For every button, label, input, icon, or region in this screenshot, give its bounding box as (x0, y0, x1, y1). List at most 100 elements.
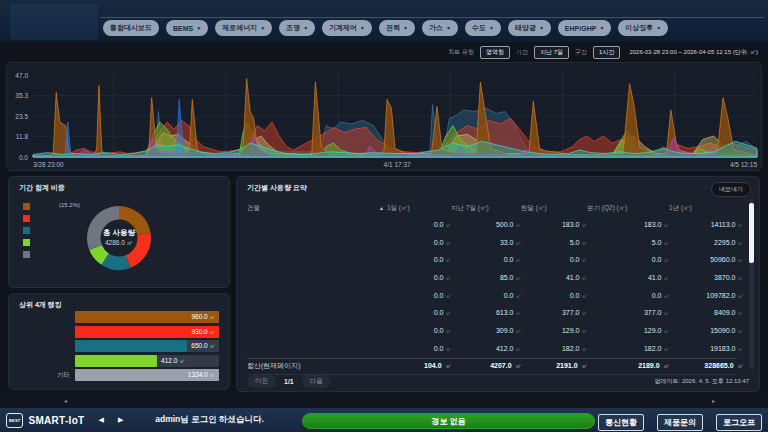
value-cell: 183.0㎥ (587, 221, 669, 229)
nav-next-icon[interactable]: ▶ (118, 416, 123, 424)
ranking-bar-value: 650.0 ㎥ (191, 340, 215, 352)
product-inquiry-button[interactable]: 제품문의 (657, 414, 703, 431)
nav-item-3[interactable]: 제로에너지▼ (215, 20, 272, 36)
nav-item-2[interactable]: BEMS▼ (166, 20, 208, 36)
legend-swatch-3 (23, 227, 30, 234)
period-select[interactable]: 지난 7일 (534, 46, 569, 59)
chevron-down-icon: ▼ (599, 25, 604, 31)
nav-item-9[interactable]: 태양광▼ (508, 20, 551, 36)
table-row-5[interactable]: 0.0㎥0.0㎥0.0㎥0.0㎥109782.0㎥ (247, 287, 737, 305)
value-cell: 0.0㎥ (379, 292, 451, 300)
nav-divider (100, 17, 764, 18)
value-cell: 15090.0㎥ (669, 327, 743, 335)
legend-swatch-5 (23, 251, 30, 258)
usage-timeseries-chart: 47.035.323.511.80.03/28 23:004/1 17:374/… (6, 62, 762, 171)
column-header-4[interactable]: 한달 (㎥) (521, 204, 587, 213)
value-cell: 0.0㎥ (587, 256, 669, 264)
top-header: 통합대시보드 BEMS▼ 제로에너지▼ 조명▼ 기계제어▼ 전력▼ 가스▼ 수도▼ 태양광▼ EH… (0, 0, 768, 42)
value-cell: 129.0㎥ (521, 327, 587, 335)
chevron-down-icon: ▼ (196, 25, 201, 31)
nav-item-1[interactable]: 통합대시보드 (103, 20, 159, 36)
ranking-bar-track: 930.0 ㎥ (75, 326, 219, 338)
nav-item-4[interactable]: 조명▼ (279, 20, 315, 36)
column-header-1[interactable]: 건물 (247, 204, 379, 213)
value-cell: 182.0㎥ (587, 345, 669, 353)
table-scrollbar-thumb[interactable] (749, 203, 754, 263)
ranking-bar-track: 960.0 ㎥ (75, 311, 219, 323)
nav-item-6[interactable]: 전력▼ (379, 20, 415, 36)
legend-swatch-1 (23, 203, 30, 210)
nav-item-11[interactable]: 이상징후▼ (618, 20, 668, 36)
value-cell: 0.0㎥ (379, 345, 451, 353)
summary-value-cell: 2191.0 ㎥ (521, 362, 587, 370)
brand-logo: SMART-IoT (28, 415, 84, 426)
ranking-row-1: 960.0 ㎥ (19, 311, 219, 323)
value-cell: 0.0㎥ (521, 292, 587, 300)
ranking-bar-value: 412.0 ㎥ (161, 355, 185, 367)
value-cell: 0.0㎥ (451, 256, 521, 264)
nav-prev-icon[interactable]: ◀ (99, 416, 104, 424)
value-cell: 0.0㎥ (521, 256, 587, 264)
table-row-8[interactable]: 0.0㎥412.0㎥182.0㎥182.0㎥19183.0㎥ (247, 340, 737, 358)
table-row-3[interactable]: 0.0㎥0.0㎥0.0㎥0.0㎥50960.0㎥ (247, 251, 737, 269)
value-cell: 5.0㎥ (521, 239, 587, 247)
export-button[interactable]: 내보내기 (711, 182, 751, 197)
value-cell: 0.0㎥ (587, 292, 669, 300)
value-cell: 14113.0㎥ (669, 221, 743, 229)
hscroll-right-icon[interactable]: ▸ (712, 397, 715, 404)
value-cell: 613.0㎥ (451, 309, 521, 317)
page-indicator: 1/1 (284, 378, 294, 385)
column-header-5[interactable]: 분기 (Q2) (㎥) (587, 204, 669, 213)
value-cell: 0.0㎥ (379, 309, 451, 317)
prev-page-button[interactable]: 이전 (247, 375, 276, 388)
sort-ascending-icon: ▲ (379, 205, 384, 211)
svg-text:0.0: 0.0 (19, 154, 28, 161)
nav-item-5[interactable]: 기계제어▼ (322, 20, 372, 36)
table-row-2[interactable]: 0.0㎥33.0㎥5.0㎥5.0㎥2295.0㎥ (247, 234, 737, 252)
table-scrollbar[interactable] (749, 199, 754, 369)
value-cell: 0.0㎥ (379, 256, 451, 264)
table-row-1[interactable]: 0.0㎥500.0㎥183.0㎥183.0㎥14113.0㎥ (247, 216, 737, 234)
value-cell: 2295.0㎥ (669, 239, 743, 247)
statusbar-buttons: 통신현황 제품문의 로그오프 (598, 414, 762, 431)
alert-status-pill[interactable]: 경보 없음 (302, 413, 595, 429)
column-header-3[interactable]: 지난 7일 (㎥) (451, 204, 521, 213)
ranking-bar-track: 1334.0 ㎥ (75, 369, 219, 381)
value-cell: 33.0㎥ (451, 239, 521, 247)
summary-value-cell: 328665.0 ㎥ (669, 362, 743, 370)
chart-controls: 차트 유형 영역형 기간 지난 7일 구간 1시간 2026-03-28 23:… (0, 42, 768, 62)
summary-value-cell: 2189.0 ㎥ (587, 362, 669, 370)
comm-status-button[interactable]: 통신현황 (598, 414, 644, 431)
chart-type-select[interactable]: 영역형 (480, 46, 510, 59)
value-cell: 50960.0㎥ (669, 256, 743, 264)
next-page-button[interactable]: 다음 (302, 375, 331, 388)
column-header-2[interactable]: ▲1일 (㎥) (379, 204, 451, 213)
hscroll-left-icon[interactable]: ◂ (64, 397, 67, 404)
interval-select[interactable]: 1시간 (593, 46, 620, 59)
value-cell: 309.0㎥ (451, 327, 521, 335)
ranking-row-4: 412.0 ㎥ (19, 355, 219, 367)
value-cell: 500.0㎥ (451, 221, 521, 229)
chevron-down-icon: ▼ (539, 25, 544, 31)
nav-item-8[interactable]: 수도▼ (465, 20, 501, 36)
value-cell: 19183.0㎥ (669, 345, 743, 353)
logoff-button[interactable]: 로그오프 (716, 414, 762, 431)
donut-center-label: 총 사용량 4286.0 ㎥ (84, 203, 154, 273)
horizontal-scrollbar[interactable]: ◂ ▸ (0, 394, 768, 408)
donut-callout: (15.2%) (59, 202, 80, 208)
nav-item-7[interactable]: 가스▼ (422, 20, 458, 36)
timeseries-svg: 47.035.323.511.80.03/28 23:004/1 17:374/… (7, 63, 761, 170)
value-cell: 0.0㎥ (379, 274, 451, 282)
ranking-bar-value: 930.0 ㎥ (191, 326, 215, 338)
nav-item-10[interactable]: EHP/GHP▼ (558, 20, 611, 36)
value-cell: 0.0㎥ (379, 221, 451, 229)
table-row-7[interactable]: 0.0㎥309.0㎥129.0㎥129.0㎥15090.0㎥ (247, 322, 737, 340)
table-row-4[interactable]: 0.0㎥85.0㎥41.0㎥41.0㎥3870.0㎥ (247, 269, 737, 287)
column-header-6[interactable]: 1년 (㎥) (669, 204, 743, 213)
table-row-6[interactable]: 0.0㎥613.0㎥377.0㎥377.0㎥8409.0㎥ (247, 304, 737, 322)
summary-value-cell: 104.0 ㎥ (379, 362, 451, 370)
legend-swatch-2 (23, 215, 30, 222)
ranking-bar-track: 650.0 ㎥ (75, 340, 219, 352)
svg-text:47.0: 47.0 (15, 72, 28, 79)
value-cell: 41.0㎥ (587, 274, 669, 282)
